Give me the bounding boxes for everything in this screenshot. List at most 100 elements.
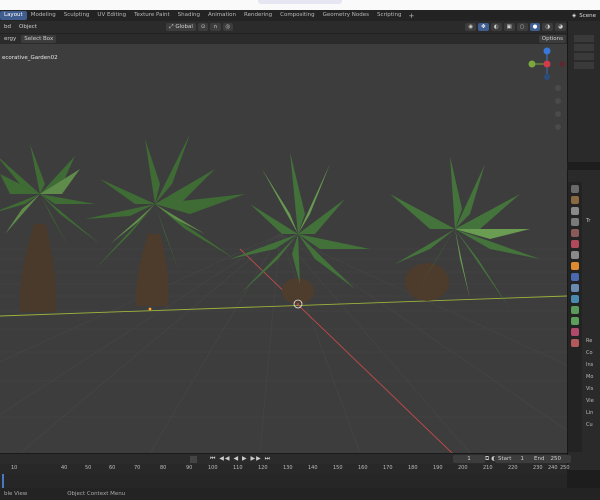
viewport-nav-buttons [555,85,561,130]
viewport-canvas[interactable] [0,44,567,453]
constraints-tab-icon[interactable] [571,306,579,314]
props-relations-label[interactable]: Re [586,338,592,344]
scene-selector[interactable]: ◈ Scene [572,10,600,21]
end-frame-field[interactable]: End 250 [531,455,571,463]
frame-tick: 210 [483,465,493,471]
start-value: 1 [520,456,524,462]
modifier-tab-icon[interactable] [571,273,579,281]
gizmo-x-icon[interactable] [543,60,551,68]
zoom-icon[interactable] [555,85,561,91]
data-tab-icon[interactable] [571,317,579,325]
pivot-button[interactable]: ⊙ [197,23,209,31]
props-viewport-display-label[interactable]: Vie [586,398,594,404]
window-notch [258,0,342,4]
tab-scripting[interactable]: Scripting [373,11,405,20]
current-frame-field[interactable]: 1 [453,455,485,463]
palm-tree-4[interactable] [390,156,540,309]
props-visibility-label[interactable]: Vis [586,386,593,392]
properties-tabs [568,182,582,452]
outliner-row[interactable] [574,53,594,60]
frame-tick: 150 [333,465,343,471]
wireframe-icon: ○ [519,24,525,30]
xray-button[interactable]: ▣ [503,23,515,31]
props-custom-label[interactable]: Cu [586,422,593,428]
gizmo-neg-x-icon[interactable] [559,61,565,67]
outliner-row[interactable] [574,35,594,42]
magnet-icon: ∩ [213,24,218,30]
props-motion-label[interactable]: Mo [586,374,593,380]
record-button[interactable] [190,456,197,463]
collection-tab-icon[interactable] [571,251,579,259]
frame-tick: 240 [548,465,558,471]
outliner-row[interactable] [574,62,594,69]
tab-shading[interactable]: Shading [174,11,204,20]
tab-layout[interactable]: Layout [0,11,27,20]
tab-geometry-nodes[interactable]: Geometry Nodes [319,11,373,20]
mode-menu[interactable]: bd [0,24,15,30]
tab-animation[interactable]: Animation [204,11,240,20]
tab-texture-paint[interactable]: Texture Paint [130,11,174,20]
tab-sculpting[interactable]: Sculpting [60,11,94,20]
material-tab-icon[interactable] [571,328,579,336]
tool-tab-icon[interactable] [571,185,579,193]
shading-wire-button[interactable]: ○ [516,23,528,31]
frame-tick: 230 [533,465,543,471]
playback-controls[interactable]: ⏮ ◀◀ ◀ ▶ ▶▶ ⏭ [210,455,271,463]
tab-compositing[interactable]: Compositing [276,11,318,20]
playhead[interactable] [2,474,4,488]
orientation-dropdown[interactable]: ⤢ Global [166,23,196,31]
world-tab-icon[interactable] [571,240,579,248]
props-line-art-label[interactable]: Lin [586,410,593,416]
particles-tab-icon[interactable] [571,284,579,292]
overlay-icon: ◐ [493,24,499,30]
tab-rendering[interactable]: Rendering [240,11,276,20]
tool-header: ergy Select Box Options [0,33,567,44]
frame-tick: 220 [508,465,518,471]
props-transform-label[interactable]: Tr [586,218,590,224]
scene-tab-icon[interactable] [571,229,579,237]
frame-tick: 140 [308,465,318,471]
hand-pan-icon[interactable] [555,98,561,104]
gizmo-button[interactable]: ✥ [478,23,489,31]
proportional-button[interactable]: ◎ [222,23,234,31]
timeline-ruler[interactable]: 10 40 50 60 70 80 90 100 110 120 130 140… [0,464,570,474]
palm-tree-2[interactable] [85,134,245,306]
shading-material-button[interactable]: ◑ [542,23,554,31]
gizmo-z-icon[interactable] [543,47,551,55]
snap-button[interactable]: ∩ [210,23,221,31]
add-workspace-button[interactable]: + [405,12,417,20]
tab-modeling[interactable]: Modeling [27,11,60,20]
timeline-track[interactable] [0,474,567,488]
workspace-tabs-bar: Layout Modeling Sculpting UV Editing Tex… [0,10,600,21]
shading-render-button[interactable]: ◕ [555,23,566,31]
object-menu[interactable]: Object [15,24,41,30]
options-dropdown[interactable]: Options [538,35,566,43]
shading-solid-button[interactable]: ● [529,23,541,31]
render-tab-icon[interactable] [571,196,579,204]
texture-tab-icon[interactable] [571,339,579,347]
object-tab-icon[interactable] [571,262,579,270]
start-frame-field[interactable]: Start 1 [495,455,535,463]
props-collections-label[interactable]: Co [586,350,593,356]
outliner-row[interactable] [574,44,594,51]
gizmo-y-icon[interactable] [528,60,536,68]
camera-icon[interactable] [555,111,561,117]
output-tab-icon[interactable] [571,207,579,215]
view-layer-tab-icon[interactable] [571,218,579,226]
navigation-gizmo[interactable] [528,47,566,81]
visibility-button[interactable]: ◉ [465,23,477,31]
viewport-header: bd Object ⤢ Global ⊙ ∩ ◎ ◉ ✥ ◐ ▣ ○ ● ◑ ◕ [0,21,567,33]
gizmo-neg-z-icon[interactable] [544,74,550,80]
3d-viewport[interactable]: ecorative_Garden02 [0,44,567,453]
outliner-panel[interactable] [567,21,600,162]
frame-tick: 90 [186,465,193,471]
scene-icon: ◈ [571,12,577,19]
select-mode-dropdown[interactable]: Select Box [21,35,57,43]
frame-tick: 190 [433,465,443,471]
overlay-button[interactable]: ◐ [490,23,502,31]
grid-toggle-icon[interactable] [555,124,561,130]
physics-tab-icon[interactable] [571,295,579,303]
tab-uv-editing[interactable]: UV Editing [93,11,130,20]
props-instancing-label[interactable]: Ins [586,362,593,368]
palm-tree-1[interactable] [0,144,100,312]
